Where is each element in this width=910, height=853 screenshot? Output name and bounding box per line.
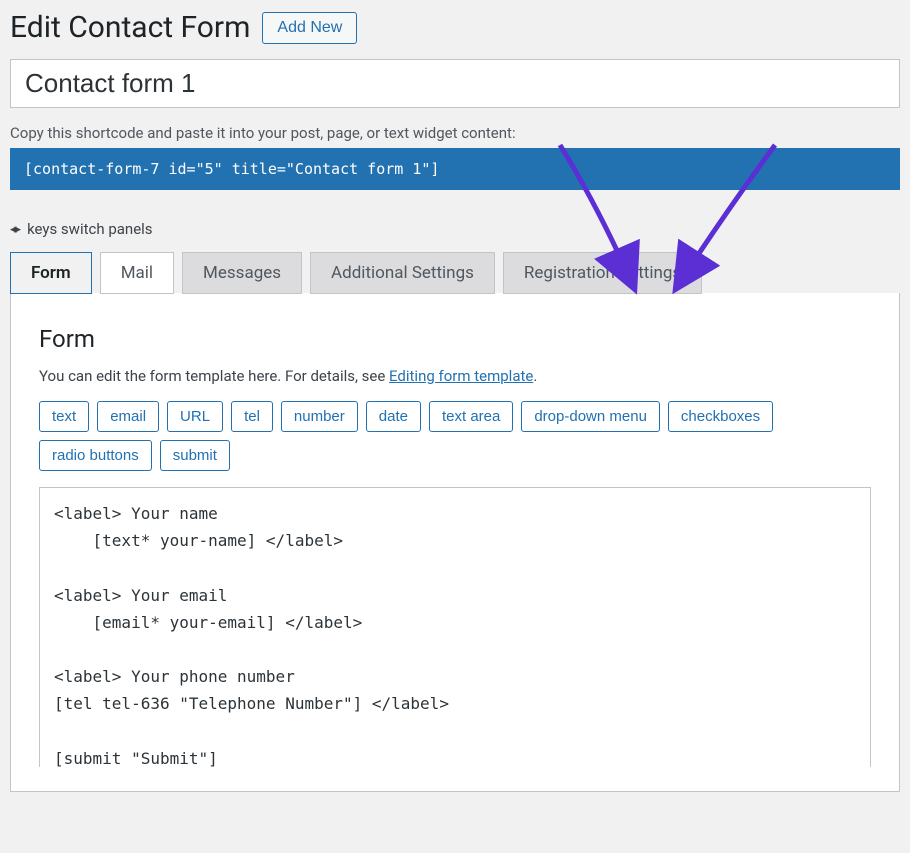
tab-form[interactable]: Form (10, 252, 92, 294)
tag-submit[interactable]: submit (160, 440, 230, 471)
tag-generator-row: text email URL tel number date text area… (39, 401, 871, 471)
tag-text[interactable]: text (39, 401, 89, 432)
shortcode-box[interactable]: [contact-form-7 id="5" title="Contact fo… (10, 148, 900, 190)
tag-email[interactable]: email (97, 401, 159, 432)
tag-textarea[interactable]: text area (429, 401, 513, 432)
tag-url[interactable]: URL (167, 401, 223, 432)
shortcode-label: Copy this shortcode and paste it into yo… (10, 124, 900, 142)
panel-description: You can edit the form template here. For… (39, 367, 871, 385)
page-title: Edit Contact Form (10, 10, 250, 45)
form-template-textarea[interactable] (39, 487, 871, 767)
tab-additional-settings[interactable]: Additional Settings (310, 252, 495, 294)
form-panel: Form You can edit the form template here… (10, 293, 900, 792)
panel-desc-text: You can edit the form template here. For… (39, 367, 389, 385)
form-title-input[interactable] (10, 59, 900, 108)
tab-mail[interactable]: Mail (100, 252, 174, 294)
editing-template-link[interactable]: Editing form template (389, 367, 533, 385)
tabs: Form Mail Messages Additional Settings R… (10, 252, 900, 294)
tag-tel[interactable]: tel (231, 401, 273, 432)
tag-checkboxes[interactable]: checkboxes (668, 401, 773, 432)
tag-date[interactable]: date (366, 401, 421, 432)
tag-number[interactable]: number (281, 401, 358, 432)
arrows-icon: ◂▸ (10, 222, 19, 237)
tab-registration-settings[interactable]: Registration Settings (503, 252, 702, 294)
tab-messages[interactable]: Messages (182, 252, 302, 294)
panel-desc-suffix: . (533, 367, 537, 385)
panel-heading: Form (39, 325, 871, 353)
tag-radio[interactable]: radio buttons (39, 440, 152, 471)
add-new-button[interactable]: Add New (262, 12, 357, 44)
keys-switch-hint: ◂▸ keys switch panels (10, 220, 900, 238)
keys-hint-text: keys switch panels (27, 220, 153, 238)
tag-dropdown[interactable]: drop-down menu (521, 401, 660, 432)
